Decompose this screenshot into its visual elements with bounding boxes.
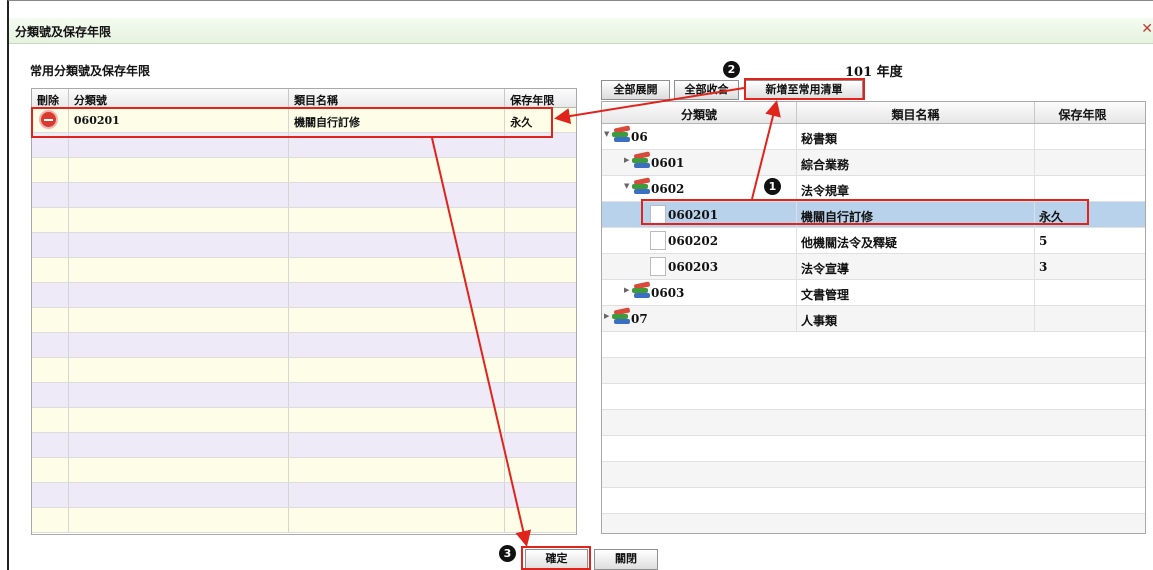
annotation-arrows — [431, 87, 781, 547]
arrow-step1-to-add — [751, 100, 781, 200]
arrow-add-to-list — [554, 87, 745, 124]
arrow-list-to-ok — [431, 137, 532, 547]
